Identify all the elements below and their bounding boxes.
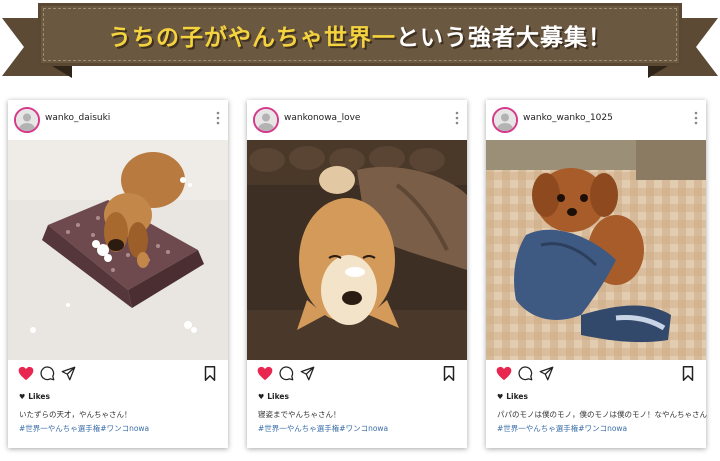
post-caption: いたずらの天才，やんちゃさん！ xyxy=(19,410,132,419)
avatar[interactable] xyxy=(492,107,518,133)
comment-icon[interactable] xyxy=(518,366,533,381)
post-hashtags[interactable]: #世界一やんちゃ選手権#ワンコnowa xyxy=(19,423,224,434)
post-username[interactable]: wankonowa_love xyxy=(284,113,360,123)
heart-icon[interactable] xyxy=(18,366,34,381)
post-username[interactable]: wanko_daisuki xyxy=(45,113,110,123)
post-hashtags[interactable]: #世界一やんちゃ選手権#ワンコnowa xyxy=(497,423,702,434)
post-caption: パパのモノは僕のモノ，僕のモノは僕のモノ！なやんちゃさん xyxy=(497,410,707,419)
likes-heart-icon: ♥ xyxy=(497,393,504,401)
avatar[interactable] xyxy=(253,107,279,133)
likes-label: Likes xyxy=(267,392,289,401)
avatar[interactable] xyxy=(14,107,40,133)
default-avatar-icon xyxy=(16,109,38,131)
post-card-3: wanko_wanko_1025 ♥ Likes パパのモノは僕のモノ，僕のモノ… xyxy=(486,100,707,448)
likes-heart-icon: ♥ xyxy=(258,393,265,401)
more-vertical-icon[interactable] xyxy=(693,110,699,126)
ribbon-main: うちの子がやんちゃ世界一という強者大募集！ xyxy=(38,3,682,66)
bookmark-icon[interactable] xyxy=(443,366,455,381)
banner-title-rest: という強者大募集！ xyxy=(396,24,612,51)
bookmark-icon[interactable] xyxy=(682,366,694,381)
post-actions xyxy=(247,364,467,384)
likes-row[interactable]: ♥ Likes xyxy=(497,392,528,401)
likes-label: Likes xyxy=(28,392,50,401)
post-photo[interactable] xyxy=(8,140,228,360)
shiba-photo-image xyxy=(247,140,467,360)
post-header: wanko_wanko_1025 xyxy=(486,100,706,140)
post-card-1: wanko_daisuki ♥ Likes いたずらの天才，やんちゃさん！ #世… xyxy=(8,100,228,448)
comment-icon[interactable] xyxy=(40,366,55,381)
banner-title: うちの子がやんちゃ世界一という強者大募集！ xyxy=(108,18,612,52)
post-username[interactable]: wanko_wanko_1025 xyxy=(523,113,613,123)
post-caption: 寝姿までやんちゃさん！ xyxy=(258,410,341,419)
post-card-2: wankonowa_love ♥ Likes 寝姿までやんちゃさん！ #世界一や… xyxy=(247,100,467,448)
send-icon[interactable] xyxy=(539,366,554,381)
default-avatar-icon xyxy=(494,109,516,131)
post-actions xyxy=(8,364,228,384)
heart-icon[interactable] xyxy=(496,366,512,381)
post-header: wankonowa_love xyxy=(247,100,467,140)
likes-heart-icon: ♥ xyxy=(19,393,26,401)
send-icon[interactable] xyxy=(61,366,76,381)
bookmark-icon[interactable] xyxy=(204,366,216,381)
default-avatar-icon xyxy=(255,109,277,131)
post-header: wanko_daisuki xyxy=(8,100,228,140)
comment-icon[interactable] xyxy=(279,366,294,381)
heart-icon[interactable] xyxy=(257,366,273,381)
more-vertical-icon[interactable] xyxy=(215,110,221,126)
post-photo[interactable] xyxy=(486,140,706,360)
post-hashtags[interactable]: #世界一やんちゃ選手権#ワンコnowa xyxy=(258,423,463,434)
banner-title-highlight: うちの子がやんちゃ世界一 xyxy=(108,24,396,51)
post-photo[interactable] xyxy=(247,140,467,360)
send-icon[interactable] xyxy=(300,366,315,381)
poodle-photo-image xyxy=(486,140,706,360)
likes-label: Likes xyxy=(506,392,528,401)
likes-row[interactable]: ♥ Likes xyxy=(19,392,50,401)
dachshund-photo-image xyxy=(8,140,228,360)
likes-row[interactable]: ♥ Likes xyxy=(258,392,289,401)
more-vertical-icon[interactable] xyxy=(454,110,460,126)
post-actions xyxy=(486,364,706,384)
